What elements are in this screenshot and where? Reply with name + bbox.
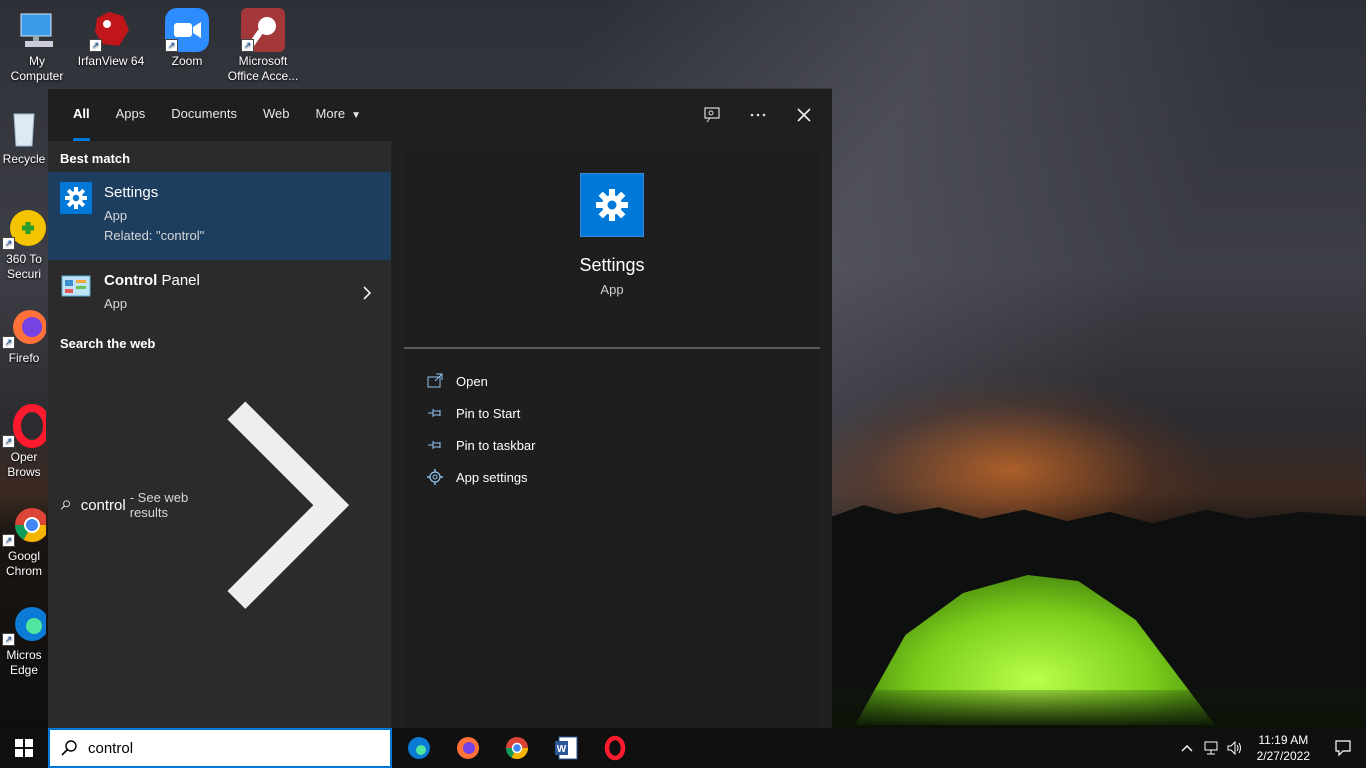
- clock-date: 2/27/2022: [1256, 749, 1310, 763]
- search-input[interactable]: [88, 739, 368, 757]
- settings-gear-icon: [60, 182, 92, 214]
- pin-icon: [426, 436, 444, 454]
- feedback-icon[interactable]: [702, 105, 722, 125]
- volume-icon[interactable]: [1223, 728, 1247, 768]
- system-tray: 11:19 AM 2/27/2022: [1175, 728, 1366, 768]
- preview-header: Settings App: [404, 173, 820, 349]
- desktop-icon-edge[interactable]: ↗ Micros Edge: [0, 602, 49, 678]
- desktop-icon-chrome[interactable]: ↗ Googl Chrom: [0, 503, 49, 579]
- chevron-right-icon: [363, 286, 372, 300]
- show-hidden-icons-chevron-up-icon[interactable]: [1175, 728, 1199, 768]
- web-search-result[interactable]: control - See web results: [48, 357, 391, 653]
- chevron-down-icon: ▼: [351, 110, 362, 121]
- tab-more-label: More: [315, 106, 346, 121]
- computer-icon: [15, 8, 59, 52]
- irfanview-icon: ↗: [89, 8, 133, 52]
- result-name-rest: Panel: [157, 272, 200, 289]
- tab-all[interactable]: All: [60, 89, 103, 141]
- zoom-icon: ↗: [165, 8, 209, 52]
- action-label: Open: [456, 373, 488, 389]
- action-open[interactable]: Open: [404, 365, 820, 397]
- preview-actions: Open Pin to Start Pin to taskbar App set…: [404, 349, 820, 493]
- tab-apps[interactable]: Apps: [103, 89, 159, 141]
- 360-security-icon: ↗: [2, 206, 46, 250]
- taskbar-word[interactable]: W: [542, 728, 590, 768]
- close-icon[interactable]: [794, 105, 814, 125]
- result-name-match: Control: [104, 272, 158, 289]
- tab-documents[interactable]: Documents: [158, 89, 250, 141]
- action-label: Pin to Start: [456, 405, 521, 421]
- desktop-icon-opera[interactable]: ↗ Oper Brows: [0, 404, 51, 480]
- clock-time: 11:19 AM: [1258, 733, 1309, 747]
- edge-icon: ↗: [2, 602, 49, 646]
- taskbar-edge[interactable]: [395, 728, 443, 768]
- search-icon: [60, 500, 70, 510]
- wallpaper-grass: [832, 690, 1366, 730]
- search-icon: [61, 740, 77, 756]
- windows-logo-icon: [15, 739, 33, 757]
- preview-title: Settings: [579, 255, 645, 275]
- start-button[interactable]: [0, 728, 48, 768]
- network-icon[interactable]: [1199, 728, 1223, 768]
- access-icon: ↗: [241, 8, 285, 52]
- best-match-header: Best match: [60, 151, 131, 166]
- open-icon: [426, 372, 444, 390]
- result-settings[interactable]: Settings App Related: "control": [48, 172, 391, 260]
- desktop-icon-recycle-bin[interactable]: Recycle: [0, 106, 48, 167]
- firefox-icon: [457, 737, 479, 759]
- taskbar-search-box[interactable]: [48, 728, 392, 768]
- desktop-icon-firefox[interactable]: ↗ Firefo: [0, 305, 48, 366]
- search-toolbar: [702, 89, 814, 141]
- search-web-header: Search the web: [60, 336, 156, 351]
- control-panel-icon: [60, 270, 92, 302]
- result-related: Related: "control": [104, 228, 205, 243]
- action-center-icon[interactable]: [1320, 728, 1366, 768]
- web-suffix: - See web results: [129, 490, 189, 521]
- result-control-panel[interactable]: Control Panel App: [48, 260, 391, 326]
- preview-subtitle: App: [600, 282, 624, 297]
- desktop-icon-my-computer[interactable]: My Computer: [0, 8, 74, 84]
- preview-pane: Settings App Open Pin to Start Pin to ta…: [404, 153, 820, 728]
- web-query: control: [80, 496, 126, 514]
- chevron-right-icon: [227, 401, 350, 609]
- edge-icon: [408, 737, 430, 759]
- desktop-icon-zoom[interactable]: ↗ Zoom: [150, 8, 224, 69]
- taskbar-opera[interactable]: [591, 728, 639, 768]
- opera-icon: [604, 735, 626, 761]
- clock[interactable]: 11:19 AM 2/27/2022: [1247, 732, 1320, 764]
- word-icon: W: [555, 736, 578, 760]
- svg-text:W: W: [557, 744, 567, 755]
- firefox-icon: ↗: [2, 305, 47, 349]
- gear-icon: [426, 468, 444, 486]
- action-app-settings[interactable]: App settings: [404, 461, 820, 493]
- desktop-icon-ms-access[interactable]: ↗ Microsoft Office Acce...: [226, 8, 300, 84]
- desktop-icon-360-security[interactable]: ↗ 360 To Securi: [0, 206, 48, 282]
- tab-web[interactable]: Web: [250, 89, 303, 141]
- action-pin-to-start[interactable]: Pin to Start: [404, 397, 820, 429]
- taskbar-firefox[interactable]: [444, 728, 492, 768]
- pin-icon: [426, 404, 444, 422]
- chrome-icon: ↗: [2, 503, 49, 547]
- tab-more[interactable]: More ▼: [303, 89, 375, 141]
- search-panel: All Apps Documents Web More ▼ Best match: [48, 88, 832, 728]
- taskbar-chrome[interactable]: [493, 728, 541, 768]
- taskbar: W 11:19 AM 2/27/2022: [0, 728, 1366, 768]
- search-tabs: All Apps Documents Web More ▼: [48, 89, 832, 141]
- action-pin-to-taskbar[interactable]: Pin to taskbar: [404, 429, 820, 461]
- recycle-bin-icon: [2, 106, 46, 150]
- settings-gear-icon: [580, 173, 644, 237]
- action-label: App settings: [456, 469, 528, 485]
- result-type: App: [104, 208, 128, 223]
- opera-icon: ↗: [2, 404, 51, 448]
- results-column: Best match Settings App Related: "contro…: [48, 141, 391, 728]
- result-name: Settings: [104, 184, 159, 201]
- action-label: Pin to taskbar: [456, 437, 536, 453]
- more-options-icon[interactable]: [748, 105, 768, 125]
- result-type: App: [104, 296, 128, 311]
- desktop-icon-irfanview[interactable]: ↗ IrfanView 64: [74, 8, 148, 69]
- chrome-icon: [506, 737, 528, 759]
